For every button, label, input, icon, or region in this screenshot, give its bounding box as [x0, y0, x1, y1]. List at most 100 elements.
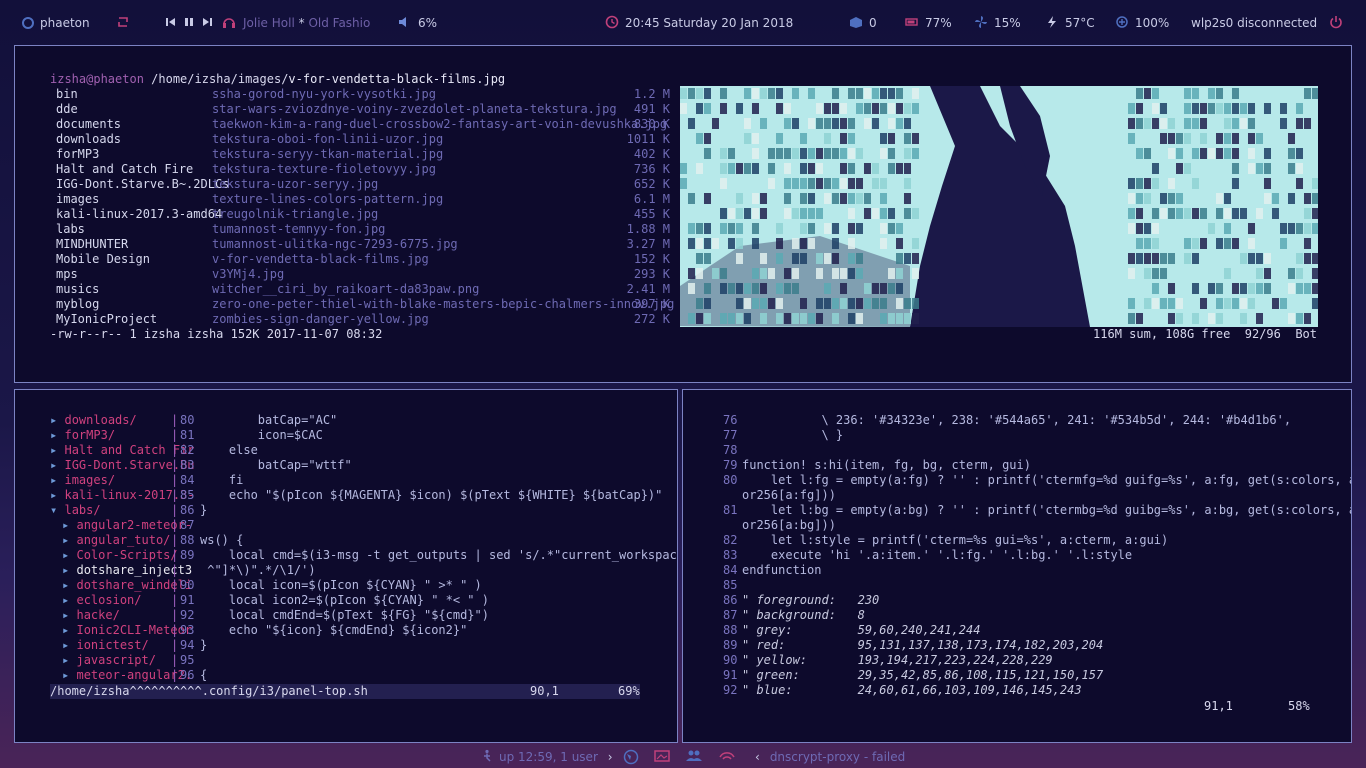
ascii-cell: [784, 178, 791, 189]
line-number: 84: [723, 563, 738, 577]
ascii-cell: [1296, 223, 1303, 234]
tree-item[interactable]: ▸ eclosion/: [62, 593, 142, 608]
tree-item[interactable]: ▸ javascript/: [62, 653, 156, 668]
workspace-indicator[interactable]: phaeton: [22, 15, 90, 31]
ascii-cell: [704, 238, 711, 249]
ascii-cell: [880, 223, 887, 234]
ascii-cell: [744, 298, 751, 309]
vim-left-window[interactable]: ▸ downloads/| ▸ forMP3/| ▸ Halt and Catch …: [14, 389, 678, 743]
ranger-file-item[interactable]: tumannost-ulitka-ngc-7293-6775.jpg: [212, 237, 458, 252]
screenshot-icon[interactable]: [654, 749, 670, 767]
ascii-cell: [688, 193, 695, 204]
ascii-cell: [792, 178, 799, 189]
ascii-cell: [1312, 253, 1318, 264]
ranger-parent-item[interactable]: musics: [56, 282, 99, 297]
ascii-cell: [1224, 268, 1231, 279]
wifi-icon[interactable]: [719, 749, 735, 767]
ranger-file-item[interactable]: ssha-gorod-nyu-york-vysotki.jpg: [212, 87, 436, 102]
tree-arrow-icon: ▸: [62, 668, 70, 682]
next-track-button[interactable]: [202, 15, 212, 31]
ascii-cell: [1264, 268, 1271, 279]
ranger-parent-item[interactable]: forMP3: [56, 147, 99, 162]
ranger-file-item[interactable]: star-wars-zviozdnye-voiny-zvezdolet-plan…: [212, 102, 617, 117]
ascii-cell: [1136, 238, 1143, 249]
refresh-icon[interactable]: [116, 15, 130, 31]
ranger-file-item[interactable]: taekwon-kim-a-rang-duel-crossbow2-fantas…: [212, 117, 667, 132]
ranger-file-item[interactable]: tekstura-texture-fioletovyy.jpg: [212, 162, 436, 177]
line-number: 80: [723, 473, 738, 487]
ranger-file-item[interactable]: v-for-vendetta-black-films.jpg: [212, 252, 429, 267]
ascii-cell: [1168, 208, 1175, 219]
ranger-parent-item[interactable]: mps: [56, 267, 78, 282]
ranger-parent-item[interactable]: labs: [56, 222, 85, 237]
ascii-cell: [760, 313, 767, 324]
updates-indicator[interactable]: 0: [849, 15, 877, 31]
ranger-parent-item[interactable]: images: [56, 192, 99, 207]
network-status[interactable]: wlp2s0 disconnected: [1191, 15, 1317, 31]
code-line: else: [200, 443, 258, 457]
ascii-cell: [912, 208, 919, 219]
ranger-file-item[interactable]: tekstura-oboi-fon-linii-uzor.jpg: [212, 132, 443, 147]
vim-right-window[interactable]: 76 \ 236: '#34323e', 238: '#544a65', 241…: [682, 389, 1352, 743]
ranger-parent-item[interactable]: dde: [56, 102, 78, 117]
ascii-cell: [1296, 178, 1303, 189]
service-text: dnscrypt-proxy - failed: [769, 750, 906, 764]
ranger-file-item[interactable]: zero-one-peter-thiel-with-blake-masters-…: [212, 297, 674, 312]
ranger-parent-item[interactable]: bin: [56, 87, 78, 102]
ranger-file-item[interactable]: tumannost-temnyy-fon.jpg: [212, 222, 385, 237]
code-line: }: [200, 638, 208, 652]
ranger-parent-item[interactable]: myblog: [56, 297, 99, 312]
ranger-file-item[interactable]: texture-lines-colors-pattern.jpg: [212, 192, 443, 207]
now-playing[interactable]: Jolie Holl * Old Fashio: [243, 15, 370, 31]
tree-separator: |: [171, 503, 179, 517]
ascii-cell: [1288, 283, 1295, 294]
ascii-cell: [816, 163, 823, 174]
tree-item[interactable]: ▸ Color-Scripts/: [62, 548, 178, 563]
ranger-file-item[interactable]: witcher__ciri_by_raikoart-da83paw.png: [212, 282, 479, 297]
prev-track-button[interactable]: [166, 15, 176, 31]
ascii-cell: [1232, 118, 1239, 129]
ranger-file-item[interactable]: zombies-sign-danger-yellow.jpg: [212, 312, 429, 327]
service-status[interactable]: ‹ dnscrypt-proxy - failed: [755, 749, 905, 765]
ranger-file-item[interactable]: tekstura-seryy-tkan-material.jpg: [212, 147, 443, 162]
ranger-parent-item[interactable]: Mobile Design: [56, 252, 150, 267]
ranger-parent-item[interactable]: kali-linux-2017.3-amd64: [56, 207, 222, 222]
ranger-parent-item[interactable]: Halt and Catch Fire: [56, 162, 193, 177]
ascii-cell: [784, 313, 791, 324]
chevron-left-icon[interactable]: ‹: [755, 750, 760, 764]
ascii-cell: [832, 223, 839, 234]
ascii-cell: [840, 193, 847, 204]
globe-icon[interactable]: [623, 749, 639, 768]
power-icon[interactable]: [1329, 15, 1343, 31]
line-number: 90: [723, 653, 738, 667]
ascii-cell: [1224, 133, 1231, 144]
ranger-parent-item[interactable]: MyIonicProject: [56, 312, 157, 327]
brightness-indicator[interactable]: 100%: [1115, 15, 1169, 31]
ranger-window[interactable]: izsha@phaeton /home/izsha/images/v-for-v…: [14, 45, 1352, 383]
ranger-parent-item[interactable]: MINDHUNTER: [56, 237, 128, 252]
volume-indicator[interactable]: 6%: [398, 15, 437, 31]
tree-item[interactable]: ▾ labs/: [50, 503, 101, 518]
chevron-right-icon[interactable]: ›: [608, 750, 613, 764]
ranger-parent-item[interactable]: documents: [56, 117, 121, 132]
tree-item[interactable]: ▸ images/: [50, 473, 115, 488]
tree-item[interactable]: ▸ angular_tuto/: [62, 533, 170, 548]
ascii-cell: [1128, 178, 1135, 189]
ascii-cell: [736, 163, 743, 174]
ascii-cell: [848, 148, 855, 159]
tree-item[interactable]: ▸ ionictest/: [62, 638, 149, 653]
ascii-cell: [1304, 193, 1311, 204]
ranger-parent-item[interactable]: downloads: [56, 132, 121, 147]
ascii-cell: [824, 253, 831, 264]
pause-button[interactable]: [184, 15, 194, 31]
ascii-cell: [792, 283, 799, 294]
tree-item[interactable]: ▸ forMP3/: [50, 428, 115, 443]
ranger-file-item[interactable]: treugolnik-triangle.jpg: [212, 207, 378, 222]
users-icon[interactable]: [686, 749, 702, 767]
ranger-file-item[interactable]: v3YMj4.jpg: [212, 267, 284, 282]
ascii-cell: [1296, 283, 1303, 294]
tree-item[interactable]: ▸ hacke/: [62, 608, 120, 623]
tree-item[interactable]: ▸ downloads/: [50, 413, 137, 428]
ranger-file-item[interactable]: tekstura-uzor-seryy.jpg: [212, 177, 378, 192]
ranger-parent-item[interactable]: IGG-Dont.Starve.B~.2DLCs: [56, 177, 229, 192]
